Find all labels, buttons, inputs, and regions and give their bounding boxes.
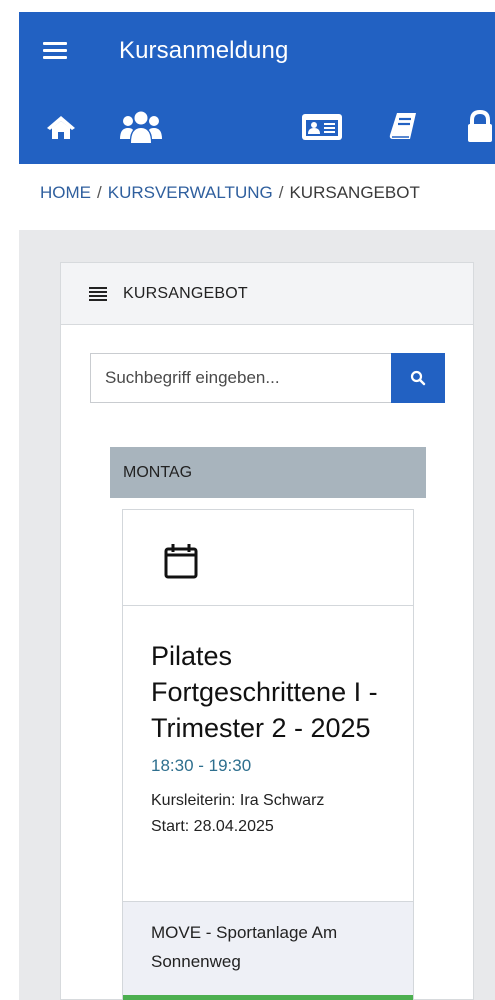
panel-header: KURSANGEBOT — [61, 263, 473, 325]
left-margin — [0, 0, 19, 1000]
breadcrumb-home-link[interactable]: HOME — [40, 183, 91, 202]
calendar-icon — [164, 544, 198, 579]
course-status-bar — [123, 995, 413, 1000]
hamburger-menu-icon[interactable] — [43, 42, 67, 60]
search-button[interactable] — [391, 353, 445, 403]
users-icon[interactable] — [116, 90, 166, 164]
app-bar: Kursanmeldung — [19, 12, 495, 90]
icon-nav-bar — [19, 90, 495, 164]
course-card[interactable]: Pilates Fortgeschrittene I - Trimester 2… — [122, 509, 414, 1000]
id-card-icon[interactable] — [299, 90, 345, 164]
course-time: 18:30 - 19:30 — [151, 756, 252, 775]
book-icon[interactable] — [384, 90, 422, 164]
card-icon-area — [123, 510, 413, 606]
breadcrumb-kursverwaltung-link[interactable]: KURSVERWALTUNG — [108, 183, 273, 202]
course-title[interactable]: Pilates Fortgeschrittene I - Trimester 2… — [151, 638, 385, 746]
breadcrumb-separator: / — [97, 183, 102, 202]
course-location: MOVE - Sportanlage Am Sonnenweg — [123, 901, 413, 995]
lock-icon[interactable] — [465, 90, 495, 164]
search-bar — [90, 353, 445, 403]
panel-title: KURSANGEBOT — [123, 284, 248, 302]
app-title: Kursanmeldung — [119, 37, 289, 64]
search-icon — [410, 370, 426, 386]
card-body: Pilates Fortgeschrittene I - Trimester 2… — [123, 606, 413, 840]
breadcrumb: HOME / KURSVERWALTUNG / KURSANGEBOT — [40, 183, 420, 203]
kursangebot-panel: KURSANGEBOT MONTAG Pilates Fortgeschritt… — [60, 262, 474, 1000]
day-header: MONTAG — [110, 447, 426, 498]
course-meta: Kursleiterin: Ira Schwarz Start: 28.04.2… — [151, 788, 385, 840]
breadcrumb-separator: / — [278, 183, 284, 202]
home-icon[interactable] — [39, 90, 83, 164]
course-instructor: Kursleiterin: Ira Schwarz — [151, 792, 325, 809]
list-icon — [89, 286, 107, 301]
course-start-date: Start: 28.04.2025 — [151, 818, 274, 835]
breadcrumb-current: KURSANGEBOT — [289, 183, 420, 202]
search-input[interactable] — [90, 353, 391, 403]
